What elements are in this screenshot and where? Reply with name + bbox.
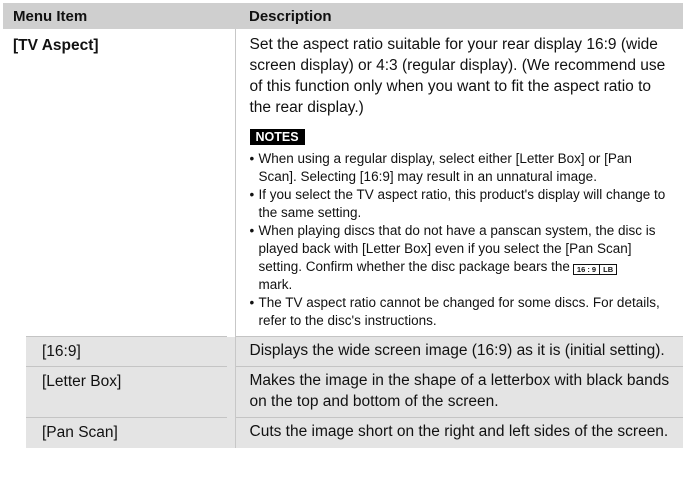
menu-item-tv-aspect: [TV Aspect] [3,29,235,337]
note-item: When playing discs that do not have a pa… [250,222,674,294]
sub-item-label: [Letter Box] [26,365,227,392]
letterbox-mark-icon: 16 : 9 LB [572,264,618,275]
note-disc-suffix: mark. [258,277,293,292]
menu-description-table: Menu Item Description [TV Aspect] Set th… [3,3,683,448]
mark-ratio: 16 : 9 [576,265,597,274]
table-header-row: Menu Item Description [3,3,683,29]
sub-item-description: Displays the wide screen image (16:9) as… [234,336,683,367]
table-row-letter-box: [Letter Box] Makes the image in the shap… [3,365,683,418]
sub-item-description: Makes the image in the shape of a letter… [234,366,683,418]
table-row-16-9: [16:9] Displays the wide screen image (1… [3,335,683,367]
note-item: The TV aspect ratio cannot be changed fo… [250,294,674,330]
notes-badge: NOTES [249,129,305,145]
header-description: Description [235,3,683,29]
note-item: When using a regular display, select eit… [250,150,674,186]
mark-lb: LB [599,265,616,274]
tv-aspect-description-text: Set the aspect ratio suitable for your r… [249,36,666,116]
sub-item-label: [16:9] [26,335,227,362]
note-item: If you select the TV aspect ratio, this … [250,186,674,222]
sub-item-description: Cuts the image short on the right and le… [234,417,683,448]
notes-list: When using a regular display, select eit… [250,150,674,330]
description-tv-aspect: Set the aspect ratio suitable for your r… [234,29,683,337]
table-row-pan-scan: [Pan Scan] Cuts the image short on the r… [3,416,683,448]
sub-item-label: [Pan Scan] [26,416,227,443]
header-menu-item: Menu Item [3,3,235,29]
table-row-tv-aspect: [TV Aspect] Set the aspect ratio suitabl… [3,29,683,337]
